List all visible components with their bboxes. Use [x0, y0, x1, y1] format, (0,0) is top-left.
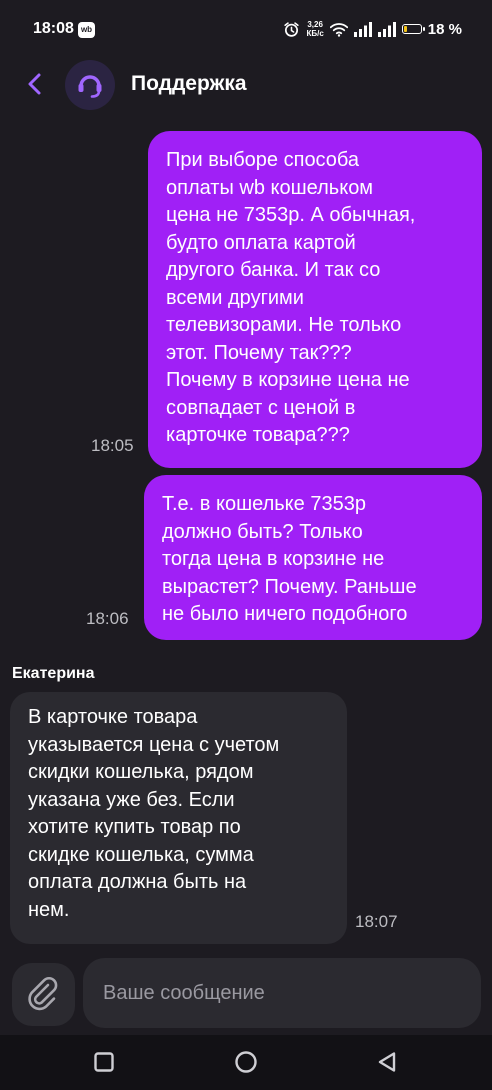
system-nav-bar	[0, 1035, 492, 1090]
battery-percent: 18 %	[427, 20, 462, 38]
message-bubble-outgoing[interactable]: Т.е. в кошельке 7353р должно быть? Тольк…	[144, 475, 482, 640]
wifi-icon	[329, 22, 348, 37]
message-text: Т.е. в кошельке 7353р должно быть? Тольк…	[162, 493, 417, 625]
battery-icon	[401, 24, 425, 34]
support-avatar[interactable]	[65, 60, 115, 110]
home-circle-icon	[235, 1051, 257, 1073]
signal-icon	[353, 21, 372, 37]
network-speed: 3,26 КБ/с	[306, 20, 323, 38]
back-triangle-icon	[378, 1052, 396, 1072]
recents-square-icon	[94, 1052, 114, 1072]
message-text: При выборе способа оплаты wb кошельком ц…	[166, 149, 416, 446]
message-input-placeholder: Ваше сообщение	[103, 981, 265, 1004]
signal-icon-2	[377, 21, 396, 37]
message-bubble-outgoing[interactable]: При выборе способа оплаты wb кошельком ц…	[148, 131, 482, 468]
battery-fill	[403, 26, 407, 32]
status-bar: 18:08 wb 3,26 КБ/с 18 %	[0, 0, 492, 60]
headset-icon	[78, 75, 102, 98]
chevron-left-icon	[28, 73, 41, 95]
message-time: 18:05	[91, 436, 134, 455]
message-bubble-incoming[interactable]: В карточке товара указывается цена с уче…	[10, 692, 347, 944]
message-time: 18:07	[355, 912, 398, 931]
page-title: Поддержка	[131, 72, 247, 95]
wb-app-icon: wb	[78, 22, 95, 38]
paperclip-icon	[28, 977, 58, 1011]
status-indicators: 3,26 КБ/с 18 %	[283, 18, 462, 40]
nav-back-button[interactable]	[374, 1049, 400, 1075]
attach-button[interactable]	[12, 963, 75, 1026]
message-input[interactable]: Ваше сообщение	[83, 958, 481, 1028]
network-speed-unit: КБ/с	[306, 29, 324, 38]
status-time: 18:08	[33, 20, 74, 37]
message-text: В карточке товара указывается цена с уче…	[28, 706, 280, 921]
message-time: 18:06	[86, 609, 129, 628]
back-button[interactable]	[18, 66, 52, 102]
recents-button[interactable]	[91, 1049, 117, 1075]
home-button[interactable]	[233, 1049, 259, 1075]
chat-header: Поддержка	[0, 60, 492, 110]
sender-name: Екатерина	[12, 665, 95, 682]
alarm-icon	[284, 21, 300, 37]
network-speed-value: 3,26	[307, 20, 323, 29]
